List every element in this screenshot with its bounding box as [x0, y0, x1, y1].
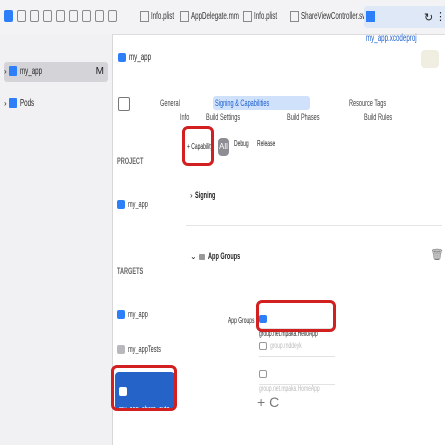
inspector-toggle-icon[interactable] [421, 50, 439, 68]
highlight-capability [182, 126, 214, 166]
navigator-folder-icon[interactable] [4, 10, 13, 22]
xcodeproj-icon [366, 10, 375, 22]
signing-section[interactable]: › Signing [190, 190, 228, 200]
app-groups-section[interactable]: ⌄ App Groups [190, 251, 260, 261]
tab-build-phases[interactable]: Build Phases [287, 110, 346, 124]
breadcrumb[interactable]: my_app [118, 52, 165, 63]
sidebar-toggle-icon[interactable] [118, 97, 130, 111]
tab-resource-tags[interactable]: Resource Tags [349, 96, 415, 110]
config-debug-button[interactable]: Debug [234, 139, 258, 148]
tab-info-plist-2[interactable]: Info.plist [243, 6, 291, 28]
test-icon [117, 345, 125, 355]
project-navigator: › my_app M › Pods [0, 34, 113, 445]
swift-icon [290, 10, 299, 22]
checkbox-unchecked[interactable] [259, 341, 267, 350]
find-icon[interactable] [43, 10, 52, 22]
toolbar: Info.plist AppDelegate.mm Info.plist Sha… [0, 0, 445, 44]
add-remove-buttons[interactable]: + C [257, 394, 279, 410]
highlight-group-helloapp [256, 300, 336, 332]
disclosure-icon: ⌄ [190, 252, 197, 261]
target-my-app[interactable]: my_app [117, 305, 160, 323]
symbol-icon[interactable] [30, 10, 39, 22]
group-item-homeapp[interactable]: group.net.mpaka.HomeApp [259, 366, 335, 393]
highlight-share-extension [111, 365, 177, 411]
project-icon [9, 66, 18, 77]
disclosure-icon: › [4, 99, 7, 108]
report-icon[interactable] [108, 10, 117, 22]
file-icon [180, 10, 189, 22]
disclosure-icon: › [4, 67, 7, 76]
project-icon [117, 200, 125, 210]
navigator-item-my-app[interactable]: › my_app M [4, 62, 108, 82]
divider [186, 225, 442, 226]
file-icon [243, 10, 252, 22]
issue-icon[interactable] [56, 10, 65, 22]
targets-header: TARGETS [117, 266, 144, 276]
project-icon [118, 52, 126, 62]
config-all-button[interactable]: All [218, 138, 229, 156]
group-item-rnddeyk[interactable]: group.rnddeyk [259, 338, 335, 353]
divider [259, 356, 335, 357]
tab-build-rules[interactable]: Build Rules [364, 110, 416, 124]
app-icon [117, 310, 125, 320]
config-release-button[interactable]: Release [257, 139, 286, 148]
project-icon [9, 98, 18, 109]
targets-list: PROJECT my_app TARGETS my_app my_appTest… [111, 120, 185, 445]
refresh-icon[interactable]: ↻ [424, 11, 433, 24]
tab-build-settings[interactable]: Build Settings [206, 110, 267, 124]
test-icon[interactable] [69, 10, 78, 22]
debug-icon[interactable] [82, 10, 91, 22]
target-my-app-tests[interactable]: my_appTests [117, 340, 181, 358]
project-item[interactable]: my_app [117, 195, 160, 213]
trash-icon[interactable]: 🗑 [430, 248, 444, 261]
divider [259, 384, 335, 385]
project-header: PROJECT [117, 156, 144, 166]
breakpoint-icon[interactable] [95, 10, 104, 22]
file-icon [140, 10, 149, 22]
navigator-item-pods[interactable]: › Pods [4, 94, 108, 114]
tab-general[interactable]: General [160, 96, 198, 110]
disclosure-icon: › [190, 191, 193, 200]
checkbox-unchecked[interactable] [259, 369, 267, 378]
source-control-icon[interactable] [17, 10, 26, 22]
app-groups-icon [199, 253, 206, 260]
tab-signing-capabilities[interactable]: Signing & Capabilities [212, 96, 311, 110]
more-icon[interactable]: ⋮ [435, 10, 445, 23]
editor-tabs: General Signing & Capabilities Resource … [160, 96, 445, 122]
